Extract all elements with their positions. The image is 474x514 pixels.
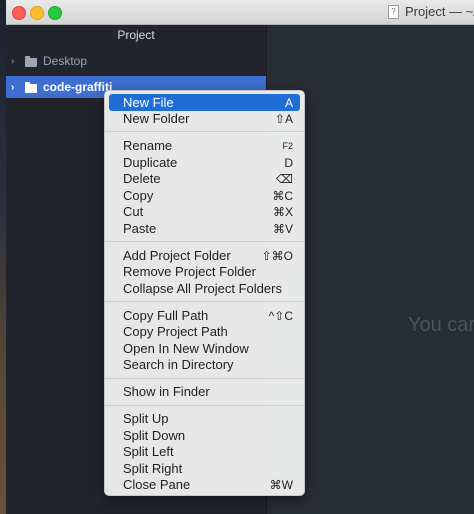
- menu-item-copy-project-path[interactable]: Copy Project Path: [109, 323, 300, 340]
- zoom-window-button[interactable]: [48, 6, 62, 20]
- window-title: ? Project — ~/D: [388, 4, 474, 19]
- menu-item-new-folder[interactable]: New Folder ⇧A: [109, 110, 300, 127]
- window-title-text: Project — ~/D: [405, 4, 474, 19]
- folder-icon: [25, 81, 37, 93]
- menu-item-split-up[interactable]: Split Up: [109, 410, 300, 427]
- delete-key-icon: ⌫: [276, 171, 293, 186]
- context-menu: New File A New Folder ⇧A Rename F2 Dupli…: [104, 90, 305, 496]
- folder-icon: [25, 55, 37, 67]
- title-bar: ? Project — ~/D: [6, 0, 474, 25]
- menu-item-rename[interactable]: Rename F2: [109, 137, 300, 154]
- tree-item-desktop[interactable]: › Desktop: [6, 50, 266, 72]
- menu-item-search-in-directory[interactable]: Search in Directory: [109, 356, 300, 373]
- menu-item-collapse-all-project-folders[interactable]: Collapse All Project Folders: [109, 280, 300, 297]
- menu-item-new-file[interactable]: New File A: [109, 94, 300, 111]
- menu-item-split-down[interactable]: Split Down: [109, 427, 300, 444]
- menu-item-open-in-new-window[interactable]: Open In New Window: [109, 340, 300, 357]
- menu-item-split-right[interactable]: Split Right: [109, 460, 300, 477]
- menu-item-show-in-finder[interactable]: Show in Finder: [109, 383, 300, 400]
- close-window-button[interactable]: [12, 6, 26, 20]
- menu-item-paste[interactable]: Paste ⌘V: [109, 220, 300, 237]
- editor-placeholder-text: You car: [408, 314, 474, 336]
- menu-separator: [105, 378, 304, 379]
- menu-item-split-left[interactable]: Split Left: [109, 443, 300, 460]
- menu-item-add-project-folder[interactable]: Add Project Folder ⇧⌘O: [109, 247, 300, 264]
- menu-separator: [105, 241, 304, 242]
- menu-separator: [105, 405, 304, 406]
- chevron-right-icon[interactable]: ›: [11, 82, 19, 93]
- tree-item-label: code-graffiti: [43, 80, 113, 94]
- menu-item-delete[interactable]: Delete ⌫: [109, 170, 300, 187]
- tree-item-label: Desktop: [43, 54, 88, 68]
- minimize-window-button[interactable]: [30, 6, 44, 20]
- document-icon: ?: [388, 4, 399, 19]
- menu-item-copy[interactable]: Copy ⌘C: [109, 187, 300, 204]
- tree-header: Project: [117, 28, 155, 42]
- menu-item-copy-full-path[interactable]: Copy Full Path ^⇧C: [109, 307, 300, 324]
- menu-separator: [105, 301, 304, 302]
- chevron-right-icon[interactable]: ›: [11, 56, 19, 67]
- menu-item-close-pane[interactable]: Close Pane ⌘W: [109, 476, 300, 493]
- menu-item-cut[interactable]: Cut ⌘X: [109, 203, 300, 220]
- menu-item-duplicate[interactable]: Duplicate D: [109, 154, 300, 171]
- menu-item-remove-project-folder[interactable]: Remove Project Folder: [109, 263, 300, 280]
- menu-separator: [105, 131, 304, 132]
